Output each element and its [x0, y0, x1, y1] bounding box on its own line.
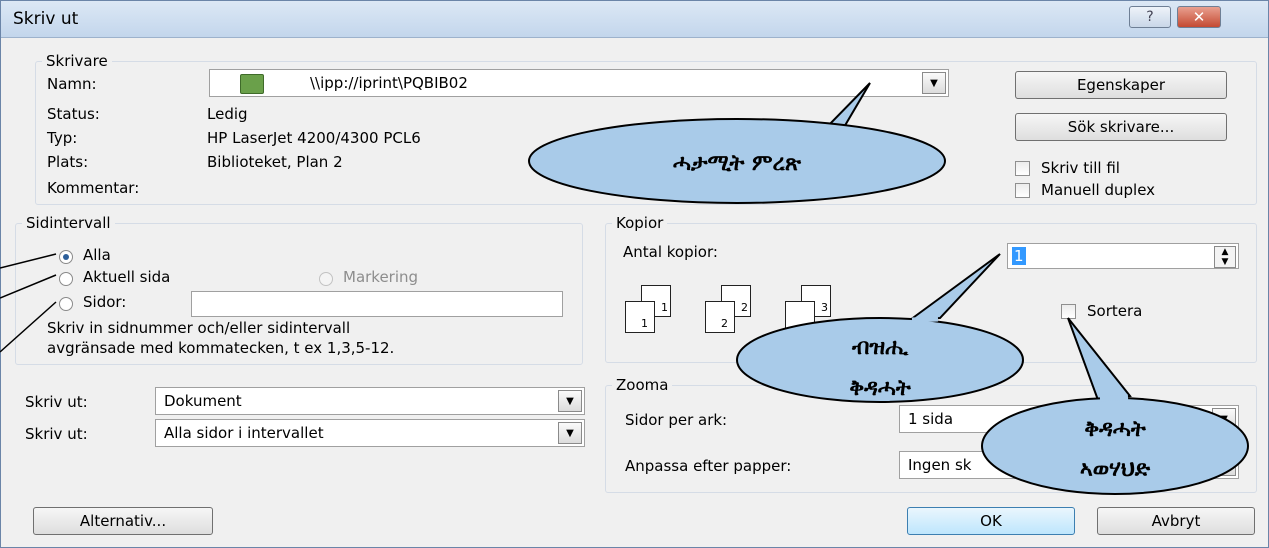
callout-collate-line1: ቅዳሓት	[1084, 417, 1147, 442]
callout-collate-line2: ኣወሃህድ	[1080, 457, 1151, 482]
pointer-line	[0, 253, 57, 269]
callout-copies-line2: ቅዳሓት	[849, 376, 912, 401]
pointer-line	[0, 301, 57, 353]
callout-overlay: ሓታሚት ምረጽ ብዝሒ ቅዳሓት ቅዳሓት ኣወሃህድ	[0, 82, 1249, 495]
callout-collate: ቅዳሓት ኣወሃህድ	[981, 317, 1249, 495]
pointer-line	[0, 274, 57, 299]
callout-copies-line1: ብዝሒ	[851, 335, 909, 360]
callout-copies: ብዝሒ ቅዳሓት	[736, 253, 1024, 403]
callout-printer-name: ሓታሚት ምረጽ	[528, 82, 946, 204]
callout-printer-name-text: ሓታሚት ምረጽ	[673, 151, 802, 176]
